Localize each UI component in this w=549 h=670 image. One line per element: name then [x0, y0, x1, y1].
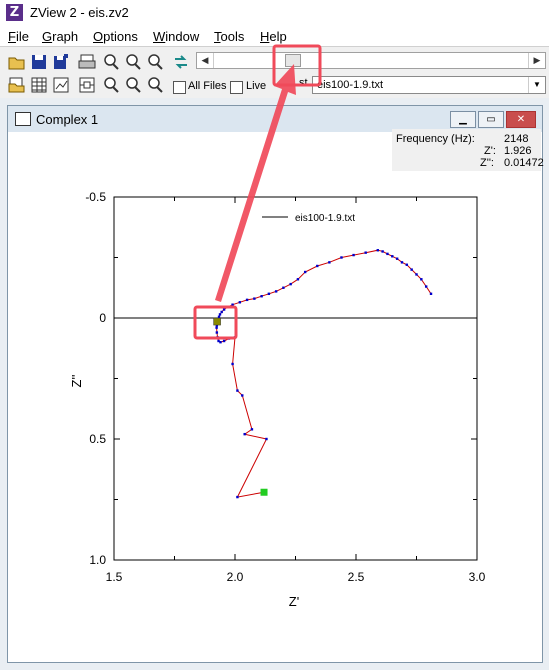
data-point	[245, 298, 249, 302]
data-point	[274, 290, 278, 293]
data-point	[303, 270, 307, 274]
y-axis-label: Z''	[69, 375, 84, 388]
x-tick-label: 1.5	[106, 570, 123, 584]
data-point	[236, 389, 239, 392]
x-axis-label: Z'	[289, 594, 299, 609]
y-tick-labels: -0.5 0 0.5 1.0	[85, 190, 106, 567]
data-point	[282, 286, 285, 289]
data-point	[391, 255, 394, 258]
data-point	[215, 326, 218, 329]
data-point	[222, 339, 226, 343]
data-point	[231, 362, 234, 366]
x-tick-label: 2.5	[348, 570, 365, 584]
data-point	[420, 278, 423, 281]
data-point	[415, 273, 418, 276]
data-point	[253, 297, 256, 300]
data-point	[222, 308, 226, 311]
annotation-arrow	[215, 64, 296, 302]
data-point	[217, 315, 221, 318]
y-tick-label: 1.0	[89, 553, 106, 567]
data-point	[352, 253, 355, 257]
data-point	[236, 495, 239, 499]
x-tick-labels: 1.5 2.0 2.5 3.0	[106, 570, 486, 584]
data-point	[386, 252, 389, 256]
data-point	[328, 261, 331, 264]
data-point	[340, 256, 343, 259]
legend-entry: eis100-1.9.txt	[295, 213, 355, 224]
series-line	[216, 249, 432, 498]
cursor-point-marker	[213, 317, 221, 326]
data-point	[241, 394, 244, 397]
y-tick-label: 0.5	[89, 432, 106, 446]
x-tick-label: 3.0	[469, 570, 486, 584]
plot-frame	[113, 196, 478, 561]
data-point	[400, 261, 404, 264]
data-point	[267, 292, 271, 295]
data-point	[410, 268, 413, 271]
data-point	[218, 313, 222, 316]
data-point	[296, 278, 300, 281]
data-point	[395, 257, 399, 260]
axis-ticks	[113, 196, 478, 561]
data-point	[215, 331, 219, 334]
y-tick-label: -0.5	[85, 190, 106, 204]
data-point	[376, 249, 379, 252]
data-point	[243, 432, 246, 436]
data-point	[238, 301, 242, 304]
data-point	[250, 428, 254, 431]
data-point	[429, 292, 433, 295]
data-point	[260, 295, 263, 298]
complex-plot[interactable]: 1.5 2.0 2.5 3.0 -0.5 0 0.5 1.0 Z' Z'' eis100-1…	[0, 0, 549, 670]
data-point	[289, 282, 292, 286]
data-point	[381, 250, 384, 253]
data-point	[316, 264, 319, 268]
data-point	[265, 437, 268, 441]
data-point	[424, 285, 428, 288]
data-point	[219, 341, 222, 344]
data-point	[364, 251, 367, 254]
x-tick-label: 2.0	[227, 570, 244, 584]
data-point	[220, 310, 223, 314]
y-tick-label: 0	[99, 311, 106, 325]
start-point-marker	[260, 488, 268, 496]
data-point	[405, 263, 409, 266]
series-points	[215, 249, 433, 499]
